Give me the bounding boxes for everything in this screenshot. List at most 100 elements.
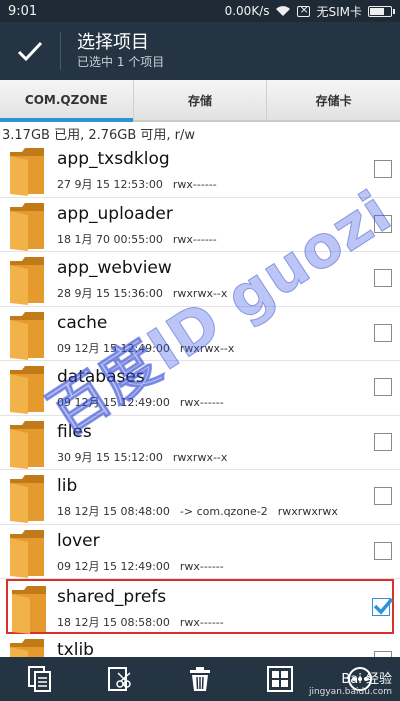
- folder-icon: [12, 586, 46, 634]
- select-checkbox[interactable]: [374, 214, 392, 233]
- check-icon: [373, 597, 394, 615]
- file-date: 28 9月 15 15:36:00: [57, 287, 163, 300]
- file-date: 09 12月 15 12:49:00: [57, 396, 170, 409]
- folder-icon: [10, 366, 44, 414]
- file-name: cache: [57, 312, 108, 333]
- storage-info: 3.17GB 已用, 2.76GB 可用, r/w: [2, 128, 196, 143]
- file-meta: 09 12月 15 12:49:00 rwx------: [57, 394, 234, 410]
- file-permissions: rwx------: [179, 559, 224, 573]
- file-link-target: -> com.qzone-2: [179, 505, 268, 518]
- delete-icon: [190, 667, 210, 691]
- file-name: lib: [57, 476, 78, 496]
- file-row-app-webview[interactable]: app_webview 28 9月 15 15:36:00 rwxrwx--x: [0, 252, 400, 307]
- status-time: 9:01: [8, 3, 38, 19]
- file-name: lover: [57, 530, 100, 551]
- file-name: files: [57, 421, 92, 442]
- file-date: 09 12月 15 12:49:00: [57, 341, 170, 355]
- select-all-button[interactable]: [260, 659, 300, 699]
- select-checkbox[interactable]: [374, 487, 392, 505]
- select-checkbox[interactable]: [374, 378, 392, 396]
- file-meta: 09 12月 15 12:49:00 rwxrwx--x: [57, 340, 244, 356]
- file-row-cache[interactable]: cache 09 12月 15 12:49:00 rwxrwx--x: [0, 307, 400, 361]
- file-date: 18 12月 15 08:58:00: [57, 616, 170, 629]
- file-row-lover[interactable]: lover 09 12月 15 12:49:00 rwx------: [0, 525, 400, 579]
- confirm-selection-button[interactable]: [0, 22, 60, 80]
- select-all-icon: [267, 666, 293, 692]
- file-meta: 18 1月 70 00:55:00 rwx------: [57, 231, 227, 247]
- delete-button[interactable]: [180, 659, 220, 699]
- check-icon: [17, 41, 43, 62]
- select-checkbox[interactable]: [374, 323, 392, 342]
- folder-icon: [10, 257, 44, 305]
- cut-icon: [108, 667, 131, 691]
- location-tabs: COM.QZONE 存储 存储卡: [0, 80, 400, 122]
- file-row-lib[interactable]: lib 18 12月 15 08:48:00 -> com.qzone-2 rwxrw…: [0, 470, 400, 525]
- file-meta: 18 12月 15 08:58:00 rwx------: [57, 614, 234, 630]
- file-permissions: rwx------: [172, 232, 217, 246]
- action-bar: 选择项目 已选中 1 个项目: [0, 22, 400, 80]
- copy-icon: [28, 666, 51, 692]
- action-bar-divider: [60, 32, 61, 70]
- file-permissions: rwx------: [172, 178, 217, 191]
- file-meta: 28 9月 15 15:36:00 rwxrwx--x: [57, 285, 237, 301]
- folder-icon: [10, 202, 44, 251]
- battery-icon: [368, 5, 395, 17]
- file-meta: 27 9月 15 12:53:00 rwx------: [57, 176, 227, 192]
- folder-icon: [10, 475, 44, 523]
- status-bar: 9:01 0.00K/s 无SIM卡: [0, 0, 400, 22]
- file-row-files[interactable]: files 30 9月 15 15:12:00 rwxrwx--x: [0, 416, 400, 470]
- action-bar-titles: 选择项目 已选中 1 个项目: [77, 32, 164, 70]
- file-meta: 09 12月 15 12:49:00 rwx------: [57, 558, 234, 574]
- select-checkbox[interactable]: [374, 541, 392, 560]
- file-name: app_txsdklog: [57, 149, 170, 169]
- file-row-shared-prefs[interactable]: shared_prefs 18 12月 15 08:58:00 rwx------: [6, 579, 394, 634]
- file-permissions: rwxrwx--x: [172, 287, 228, 300]
- file-row-databases[interactable]: databases 09 12月 15 12:49:00 rwx------: [0, 361, 400, 416]
- page-title: 选择项目: [77, 32, 149, 53]
- file-date: 09 12月 15 12:49:00: [57, 559, 170, 573]
- file-name: databases: [57, 367, 145, 387]
- file-permissions: rwx------: [179, 396, 224, 409]
- select-checkbox[interactable]: [374, 269, 392, 287]
- cut-button[interactable]: [100, 659, 140, 699]
- tab-storage[interactable]: 存储: [134, 80, 268, 120]
- file-row-app-txsdklog[interactable]: app_txsdklog 27 9月 15 12:53:00 rwx------: [0, 143, 400, 198]
- file-date: 18 12月 15 08:48:00: [57, 505, 170, 518]
- select-checkbox[interactable]: [374, 432, 392, 451]
- file-date: 30 9月 15 15:12:00: [57, 450, 163, 464]
- baidu-jingyan-watermark: Bai 经验 jingyan.baidu.com: [309, 668, 392, 697]
- selection-count: 已选中 1 个项目: [77, 55, 165, 69]
- file-name: app_uploader: [57, 203, 173, 224]
- file-date: 18 1月 70 00:55:00: [57, 232, 163, 246]
- file-row-txlib[interactable]: txlib: [0, 634, 400, 658]
- file-name: shared_prefs: [57, 587, 167, 607]
- sim-status: 无SIM卡: [316, 4, 362, 19]
- no-sim-icon: [297, 3, 311, 17]
- file-list[interactable]: app_txsdklog 27 9月 15 12:53:00 rwx------ ap…: [0, 143, 400, 657]
- copy-button[interactable]: [20, 659, 60, 699]
- file-permissions: rwxrwxrwx: [277, 505, 338, 518]
- file-row-app-uploader[interactable]: app_uploader 18 1月 70 00:55:00 rwx------: [0, 198, 400, 252]
- baidu-mark-line1: Bai 经验: [341, 672, 392, 687]
- folder-icon: [10, 311, 44, 360]
- file-permissions: rwxrwx--x: [179, 341, 235, 355]
- file-permissions: rwx------: [179, 616, 224, 629]
- baidu-mark-line2: jingyan.baidu.com: [308, 687, 392, 697]
- file-date: 27 9月 15 12:53:00: [57, 178, 163, 191]
- select-checkbox[interactable]: [374, 160, 392, 178]
- file-meta: 18 12月 15 08:48:00 -> com.qzone-2 rwxrwxrw…: [57, 503, 348, 519]
- file-name: txlib: [57, 639, 94, 658]
- file-meta: 30 9月 15 15:12:00 rwxrwx--x: [57, 449, 237, 465]
- folder-icon: [10, 638, 44, 657]
- tab-com-qzone[interactable]: COM.QZONE: [0, 80, 134, 122]
- folder-icon: [10, 529, 44, 578]
- folder-icon: [10, 420, 44, 469]
- network-speed: 0.00K/s: [224, 4, 270, 18]
- folder-icon: [10, 148, 44, 196]
- bottom-action-bar: Bai 经验 jingyan.baidu.com: [0, 657, 400, 701]
- file-permissions: rwxrwx--x: [172, 450, 228, 464]
- select-checkbox[interactable]: [372, 597, 394, 616]
- wifi-icon: [276, 6, 291, 16]
- tab-sd-card[interactable]: 存储卡: [267, 80, 400, 120]
- file-name: app_webview: [57, 258, 172, 278]
